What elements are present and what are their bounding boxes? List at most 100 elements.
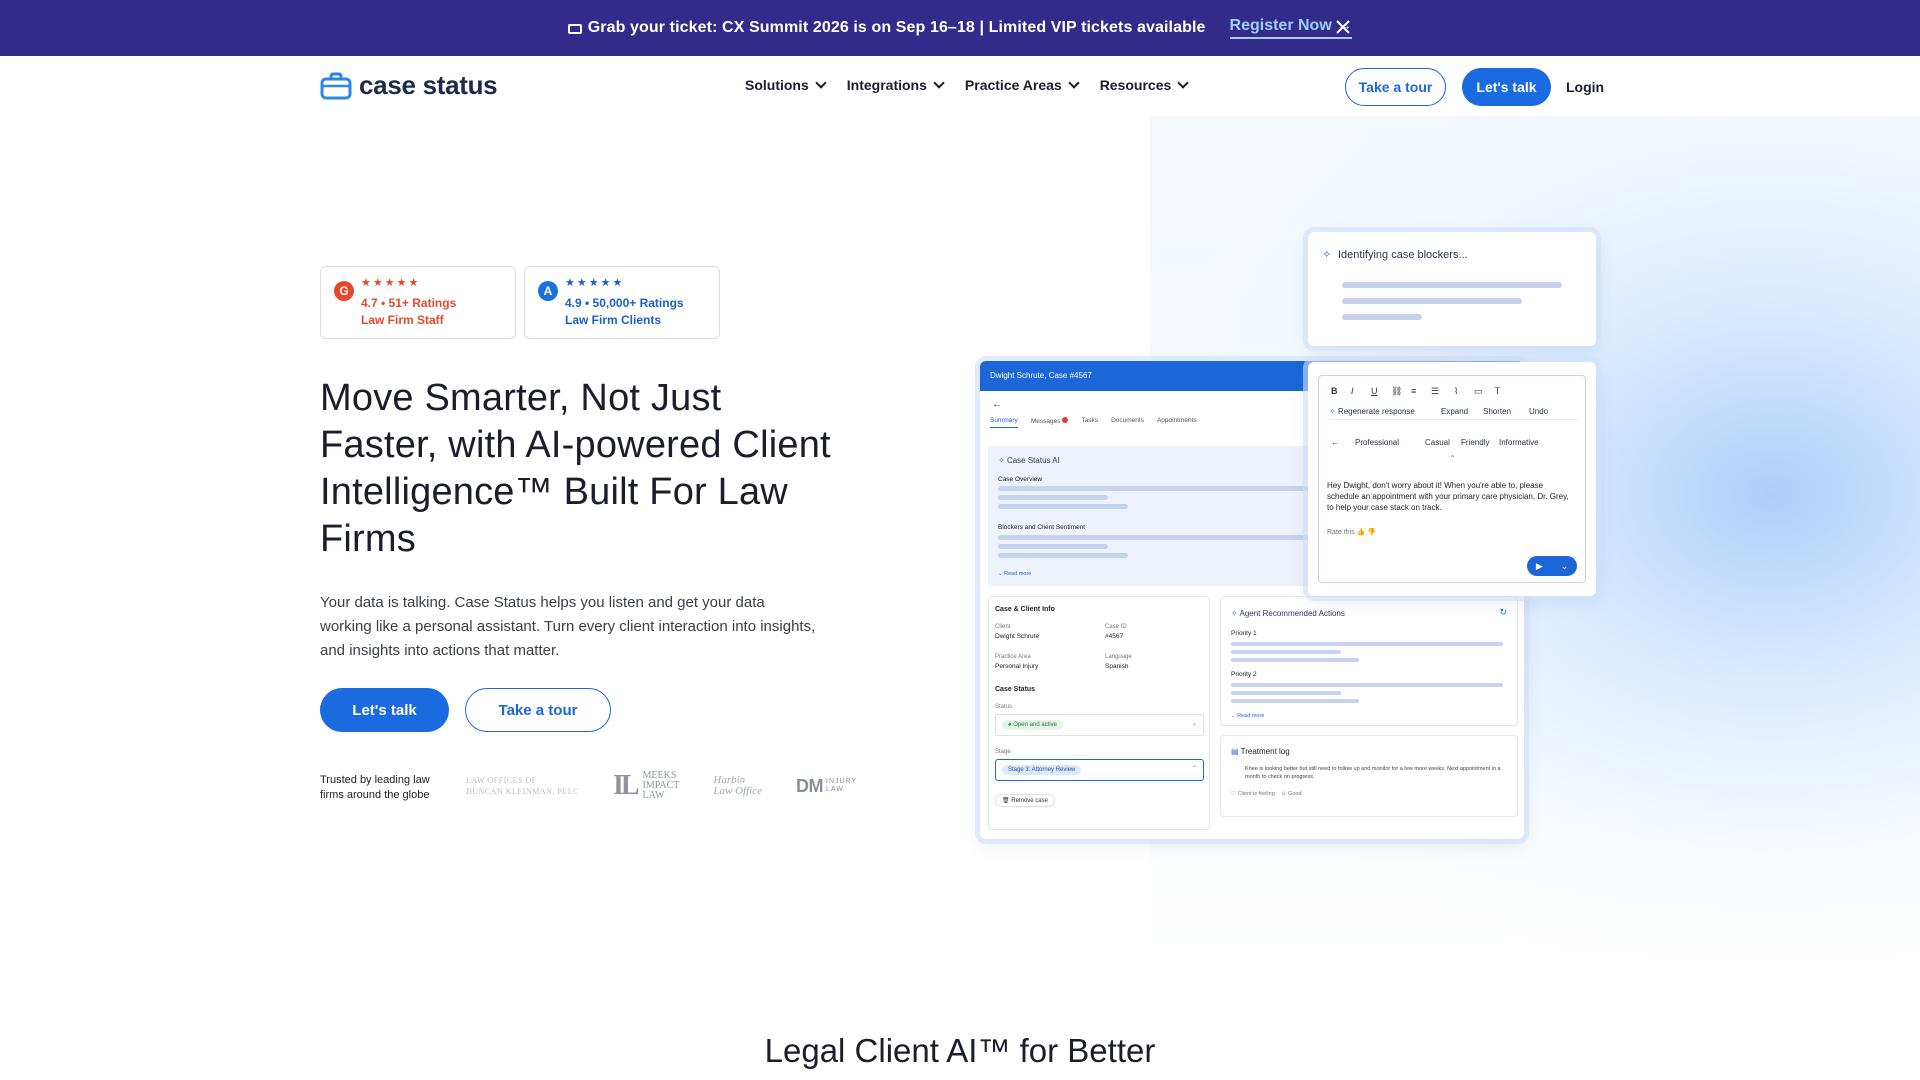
sentiment-tags: ♡ Client is feeling ☺ Good <box>1231 791 1302 797</box>
login-link[interactable]: Login <box>1566 79 1604 95</box>
stage-select: Stage 3: Attorney Review ⌃ <box>995 759 1204 781</box>
smile-icon: ☺ <box>1280 791 1287 797</box>
skeleton-line <box>1231 683 1503 687</box>
skeleton-line <box>1231 691 1341 695</box>
read-more-text: Read more <box>1004 571 1032 577</box>
clear-format-icon: Ꭲ <box>1495 386 1501 396</box>
ai-actions-row: ✧ Regenerate response Expand Shorten Und… <box>1329 402 1577 420</box>
bullet-list-icon: ☰ <box>1431 386 1440 396</box>
send-button: ▶ ⌄ <box>1527 556 1577 576</box>
undo-chip: Undo <box>1529 407 1549 416</box>
menu-label: Solutions <box>745 77 809 93</box>
brand-logo[interactable]: case status <box>320 70 498 101</box>
logo-mark: IL <box>612 770 640 801</box>
ai-title-text: Case Status AI <box>1006 456 1060 465</box>
logo-duncan-kleinman: LAW OFFICES OF DUNCAN KLEINMAN, PLLC <box>466 775 579 797</box>
tone-chip: Friendly <box>1461 438 1490 447</box>
skeleton-line <box>998 504 1128 509</box>
tab-messages: Messages <box>1031 417 1069 428</box>
link-icon: ⛓ <box>1391 386 1403 396</box>
shorten-chip: Shorten <box>1483 407 1512 416</box>
language: Spanish <box>1105 663 1129 670</box>
menu-solutions[interactable]: Solutions <box>745 77 827 93</box>
treatment-title-text: Treatment log <box>1240 747 1290 756</box>
ticket-icon <box>567 24 582 34</box>
section-title: Legal Client AI™ for Better <box>764 1032 1156 1069</box>
tab-summary: Summary <box>990 417 1018 428</box>
client-info-card: Case & Client Info Client Dwight Schrute… <box>988 596 1210 830</box>
field-label: Practice Area <box>995 654 1031 660</box>
back-arrow-icon: ← <box>1331 438 1339 447</box>
main-menu: Solutions Integrations Practice Areas Re… <box>745 77 1189 93</box>
rating-audience: Law Firm Staff <box>361 313 444 327</box>
menu-resources[interactable]: Resources <box>1100 77 1189 93</box>
rating-stars: ★★★★★ <box>361 277 421 289</box>
italic-icon: I <box>1351 386 1354 396</box>
sparkle-icon: ✧ <box>1329 407 1336 416</box>
skeleton-line <box>1231 699 1359 703</box>
stage-pill: Stage 3: Attorney Review <box>1002 765 1082 775</box>
logo-text: Law Office <box>713 785 762 797</box>
announcement-bar: Grab your ticket: CX Summit 2026 is on S… <box>0 0 1920 56</box>
logo-meeks-impact-law: IL MEEKS IMPACT LAW <box>613 770 679 802</box>
practice-area: Personal Injury <box>995 663 1039 670</box>
chevron-down-icon: ⌄ <box>1560 560 1569 571</box>
blockers-label: Blockers and Client Sentiment <box>998 524 1086 531</box>
hero-description: Your data is talking. Case Status helps … <box>320 594 816 659</box>
announcement-message: Grab your ticket: CX Summit 2026 is on S… <box>587 19 1206 36</box>
register-now-label: Register Now <box>1229 17 1332 34</box>
g2-icon: G <box>334 281 354 301</box>
close-icon[interactable] <box>1332 16 1354 38</box>
editor-box: B I U ⛓ ≡ ☰ ⌇ ▭ Ꭲ ✧ Regenerate response … <box>1318 375 1586 583</box>
trusted-logos: LAW OFFICES OF DUNCAN KLEINMAN, PLLC IL … <box>466 770 857 802</box>
sparkle-icon: ✧ <box>1322 249 1332 261</box>
ai-summary-box: ✧ Case Status AI Case Overview Blockers … <box>988 446 1316 586</box>
refresh-icon: ↻ <box>1499 607 1507 617</box>
rating-score: 4.7 • 51+ Ratings <box>361 296 457 310</box>
menu-label: Practice Areas <box>964 77 1062 93</box>
logo-text: LAW OFFICES OF <box>466 776 537 785</box>
chevron-up-icon: ⌃ <box>1449 454 1456 463</box>
field-label: Case ID <box>1105 624 1127 630</box>
nav-lets-talk-button[interactable]: Let's talk <box>1462 68 1551 106</box>
hero-lets-talk-button[interactable]: Let's talk <box>320 688 449 732</box>
logo-mark: DM <box>796 775 824 796</box>
tab-tasks: Tasks <box>1081 417 1099 424</box>
menu-practice-areas[interactable]: Practice Areas <box>964 77 1080 93</box>
ai-summary-title: ✧ Case Status AI <box>998 456 1060 465</box>
status-select: ● Open and active ⌄ <box>995 714 1204 736</box>
sparkle-icon: ✧ <box>1231 609 1238 618</box>
chevron-down-icon: ⌄ <box>1191 721 1197 727</box>
regenerate-chip: ✧ Regenerate response <box>1329 407 1415 416</box>
case-status-title: Case Status <box>995 686 1036 693</box>
thumbs-up-icon: 👍 <box>1356 529 1366 536</box>
rating-card-g2: G ★★★★★ 4.7 • 51+ Ratings Law Firm Staff <box>320 266 516 339</box>
field-label: Language <box>1105 654 1132 660</box>
briefcase-icon <box>320 72 352 99</box>
remove-case-button: 🗑 Remove case <box>995 794 1055 807</box>
back-arrow-icon: ← <box>992 399 1002 410</box>
treatment-log-card: ▤ Treatment log Knee is looking better b… <box>1220 735 1518 817</box>
case-overview-label: Case Overview <box>998 476 1043 483</box>
priority-label: Priority 2 <box>1231 671 1257 678</box>
priority-label: Priority 1 <box>1231 630 1257 637</box>
tone-chip: Casual <box>1425 438 1450 447</box>
mockup-tabs: Summary Messages Tasks Documents Appoint… <box>990 417 1197 428</box>
tone-chip: Professional <box>1355 438 1400 447</box>
read-more-link: ⌄ Read more <box>1231 713 1265 719</box>
rate-this-label: Rate this 👍 👎 <box>1327 528 1376 536</box>
skeleton-line <box>998 553 1128 558</box>
hero-take-tour-button[interactable]: Take a tour <box>465 688 611 732</box>
skeleton-line <box>1231 658 1359 662</box>
read-more-text: Read more <box>1237 713 1265 719</box>
rate-this-text: Rate this <box>1327 529 1355 536</box>
status-pill: ● Open and active <box>1002 720 1063 730</box>
chevron-down-icon <box>1177 77 1189 89</box>
nav-take-tour-button[interactable]: Take a tour <box>1345 68 1446 106</box>
menu-integrations[interactable]: Integrations <box>847 77 945 93</box>
client-info-title: Case & Client Info <box>995 606 1055 613</box>
attachment-icon: ⌇ <box>1454 386 1459 396</box>
logo-dm-injury-law: DM INJURY LAW <box>796 776 857 797</box>
chevron-down-icon <box>1068 77 1080 89</box>
remove-case-text: Remove case <box>1011 798 1048 804</box>
